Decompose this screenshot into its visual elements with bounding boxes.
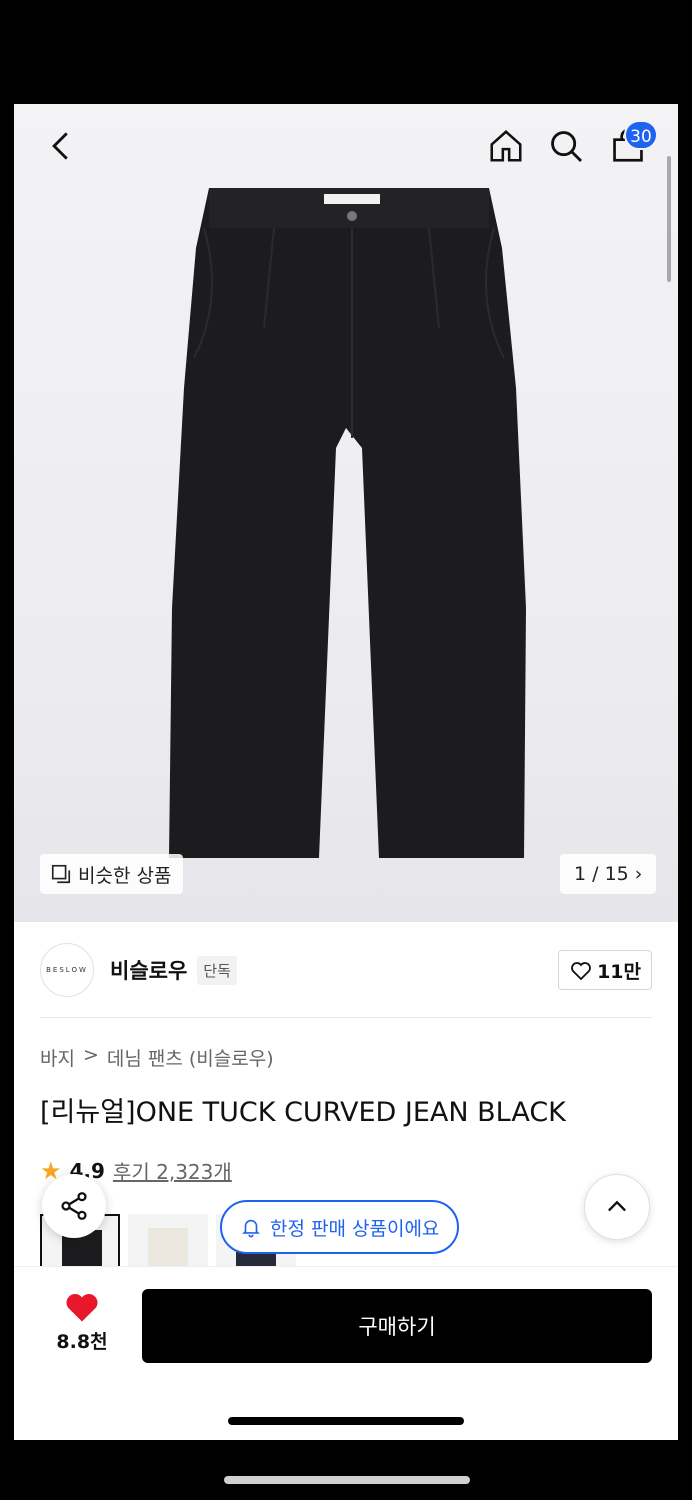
share-button[interactable]: [42, 1174, 106, 1238]
heart-outline-icon: [571, 962, 591, 981]
chevron-left-icon: [52, 132, 68, 160]
brand-row: BESLOW 비슬로우 단독 11만: [40, 940, 652, 1000]
system-home-indicator: [224, 1476, 470, 1484]
heart-filled-icon: [66, 1294, 98, 1322]
bottom-action-bar: 8.8천 구매하기: [14, 1266, 678, 1440]
scroll-to-top-button[interactable]: [584, 1174, 650, 1240]
product-title: [리뉴얼]ONE TUCK CURVED JEAN BLACK: [40, 1097, 566, 1128]
share-icon: [61, 1192, 87, 1220]
top-navigation-bar: 30: [14, 104, 678, 188]
home-indicator: [228, 1417, 464, 1425]
home-button[interactable]: [484, 124, 528, 168]
similar-products-button[interactable]: 비슷한 상품: [40, 854, 184, 894]
breadcrumb-separator: >: [82, 1044, 99, 1066]
breadcrumb-category[interactable]: 바지: [40, 1044, 75, 1071]
app-screen: 30 비슷한 상품 1 / 15 › BESLOW 비슬로우 단독 11만 바지…: [14, 104, 678, 1440]
brand-like-count: 11만: [597, 960, 641, 983]
copy-icon: [51, 864, 71, 884]
home-icon: [490, 130, 522, 162]
search-icon: [551, 131, 583, 163]
limited-sale-notice[interactable]: 한정 판매 상품이에요: [220, 1200, 460, 1254]
chevron-right-icon: ›: [634, 863, 643, 885]
scrollbar[interactable]: [667, 156, 671, 282]
chevron-up-icon: [608, 1200, 626, 1212]
reviews-link[interactable]: 후기 2,323개: [113, 1156, 232, 1185]
divider: [40, 1017, 652, 1018]
product-image: [169, 188, 526, 858]
wishlist-count: 8.8천: [56, 1331, 108, 1353]
brand-logo-text: BESLOW: [46, 966, 88, 974]
search-button[interactable]: [544, 124, 588, 168]
pager-label: 1 / 15: [574, 863, 629, 885]
cart-count-badge: 30: [624, 120, 658, 150]
brand-name[interactable]: 비슬로우: [110, 955, 187, 985]
breadcrumb: 바지 > 데님 팬츠 (비슬로우): [40, 1044, 274, 1071]
color-option-ivory[interactable]: [128, 1214, 208, 1268]
bell-icon: [242, 1219, 260, 1238]
wishlist-button[interactable]: 8.8천: [42, 1291, 122, 1354]
brand-logo[interactable]: BESLOW: [40, 943, 94, 997]
similar-products-label: 비슷한 상품: [78, 864, 172, 887]
brand-like-button[interactable]: 11만: [558, 950, 652, 990]
product-image-gallery[interactable]: 30 비슷한 상품 1 / 15 ›: [14, 104, 678, 922]
buy-button[interactable]: 구매하기: [142, 1289, 652, 1363]
back-button[interactable]: [40, 124, 84, 168]
breadcrumb-subcategory[interactable]: 데님 팬츠 (비슬로우): [107, 1044, 274, 1071]
image-pager[interactable]: 1 / 15 ›: [560, 854, 657, 894]
limited-sale-label: 한정 판매 상품이에요: [270, 1217, 440, 1240]
exclusive-badge: 단독: [197, 955, 237, 985]
